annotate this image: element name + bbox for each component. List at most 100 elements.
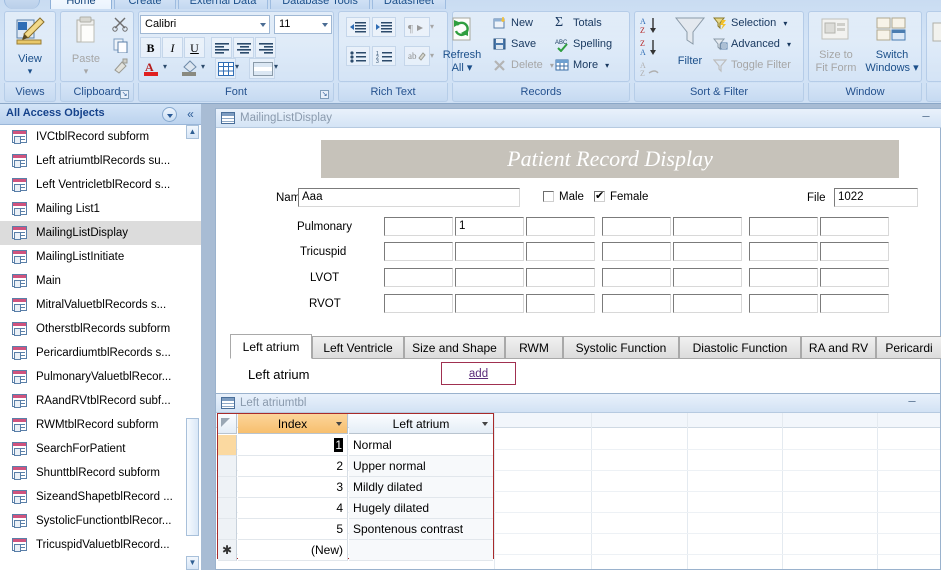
male-checkbox[interactable] [543, 191, 554, 202]
paste-dropdown-arrow[interactable]: ▾ [62, 66, 110, 77]
cell-pulmonary-4[interactable] [602, 217, 671, 236]
bullets-button[interactable] [346, 46, 370, 66]
form-window-titlebar[interactable]: MailingListDisplay – [216, 109, 941, 128]
tab-left-ventricle[interactable]: Left Ventricle [312, 336, 404, 359]
row-selector[interactable] [218, 477, 237, 498]
column-header-left-atrium[interactable]: Left atrium [349, 414, 493, 434]
new-record-button[interactable]: New [492, 15, 533, 32]
fill-color-dropdown-arrow[interactable]: ▾ [201, 62, 209, 74]
bold-button[interactable]: B [140, 37, 161, 58]
font-color-button[interactable]: A [140, 59, 164, 78]
tab-left-atrium[interactable]: Left atrium [230, 334, 312, 359]
chevron-down-icon[interactable] [162, 107, 177, 122]
nav-item-shunttblrecord-subform[interactable]: ShunttblRecord subform [0, 461, 201, 485]
cell-lvot-7[interactable] [820, 268, 889, 287]
view-dropdown-arrow[interactable]: ▾ [6, 66, 54, 77]
cell-tricuspid-3[interactable] [526, 242, 595, 261]
alternate-fill-dropdown-arrow[interactable]: ▾ [274, 62, 282, 74]
cell-rvot-3[interactable] [526, 294, 595, 313]
copy-button[interactable] [110, 36, 132, 55]
cell-pulmonary-3[interactable] [526, 217, 595, 236]
cell-left-atrium[interactable]: Hugely dilated [349, 498, 493, 519]
more-button[interactable]: More ▾ [554, 57, 609, 74]
ribbon-tab-create[interactable]: Create [114, 0, 176, 9]
minimize-icon[interactable]: – [918, 109, 934, 125]
nav-item-systolicfunctiontblrecord[interactable]: SystolicFunctiontblRecor... [0, 509, 201, 533]
nav-item-mailing-list1[interactable]: Mailing List1 [0, 197, 201, 221]
numbering-button[interactable]: 1 2 3 [372, 46, 396, 66]
nav-item-left-ventricletblrecord[interactable]: Left VentricletblRecord s... [0, 173, 201, 197]
font-name-combo[interactable]: Calibri [140, 15, 270, 34]
cell-rvot-2[interactable] [455, 294, 524, 313]
row-selector[interactable] [218, 456, 237, 477]
decrease-indent-button[interactable] [346, 17, 370, 37]
cell-tricuspid-4[interactable] [602, 242, 671, 261]
switch-windows-button[interactable]: Switch Windows ▾ [864, 14, 920, 76]
size-to-fit-form-button[interactable]: Size to Fit Form [810, 14, 862, 76]
chevron-down-icon[interactable] [482, 422, 488, 426]
cell-left-atrium[interactable]: Spontenous contrast [349, 519, 493, 540]
format-painter-button[interactable] [110, 57, 132, 76]
nav-item-rwmtblrecord-subform[interactable]: RWMtblRecord subform [0, 413, 201, 437]
gridlines-dropdown-arrow[interactable]: ▾ [235, 62, 243, 74]
nav-item-mailinglistinitiate[interactable]: MailingListInitiate [0, 245, 201, 269]
spelling-button[interactable]: ABC Spelling [554, 36, 612, 53]
row-selector[interactable] [218, 519, 237, 540]
tab-size-and-shape[interactable]: Size and Shape [404, 336, 505, 359]
totals-button[interactable]: Σ Totals [554, 15, 602, 32]
cell-rvot-7[interactable] [820, 294, 889, 313]
select-all-corner[interactable] [218, 414, 237, 434]
table-row[interactable]: 1 Normal [218, 435, 493, 456]
font-size-chevron-down-icon[interactable] [322, 23, 328, 27]
cell-left-atrium-new[interactable] [349, 540, 493, 561]
clipboard-dialog-launcher[interactable]: ↘ [120, 90, 129, 99]
ribbon-tab-external-data[interactable]: External Data [178, 0, 268, 9]
cell-left-atrium[interactable]: Normal [349, 435, 493, 456]
underline-button[interactable]: U [184, 37, 205, 58]
font-size-combo[interactable]: 11 [274, 15, 332, 34]
more-dropdown-arrow[interactable]: ▾ [605, 61, 609, 70]
cell-rvot-5[interactable] [673, 294, 742, 313]
add-button[interactable]: add [441, 362, 516, 385]
toggle-filter-button[interactable]: Toggle Filter [712, 57, 791, 74]
navigation-pane-scrollbar[interactable]: ▲ ▼ [186, 125, 199, 570]
advanced-button[interactable]: Advanced ▾ [712, 36, 791, 53]
selection-dropdown-arrow[interactable]: ▾ [783, 19, 787, 28]
font-color-dropdown-arrow[interactable]: ▾ [163, 62, 171, 74]
cell-left-atrium[interactable]: Upper normal [349, 456, 493, 477]
cell-rvot-4[interactable] [602, 294, 671, 313]
font-name-chevron-down-icon[interactable] [260, 23, 266, 27]
cell-lvot-6[interactable] [749, 268, 818, 287]
advanced-dropdown-arrow[interactable]: ▾ [787, 40, 791, 49]
cell-tricuspid-5[interactable] [673, 242, 742, 261]
cell-index[interactable]: 2 [238, 456, 348, 477]
office-button[interactable] [4, 0, 40, 9]
nav-item-ivctblrecord-subform[interactable]: IVCtblRecord subform [0, 125, 201, 149]
increase-indent-button[interactable] [372, 17, 396, 37]
left-to-right-button[interactable]: ¶ [404, 17, 430, 37]
cell-lvot-3[interactable] [526, 268, 595, 287]
scrollbar-thumb[interactable] [186, 418, 199, 536]
cell-pulmonary-5[interactable] [673, 217, 742, 236]
fill-color-button[interactable] [178, 59, 202, 78]
scroll-up-arrow-icon[interactable]: ▲ [186, 125, 199, 139]
cell-pulmonary-2[interactable]: 1 [455, 217, 524, 236]
nav-item-tricuspidvaluetblrecord[interactable]: TricuspidValuetblRecord... [0, 533, 201, 557]
column-header-index[interactable]: Index [238, 414, 348, 434]
name-input[interactable]: Aaa [298, 188, 520, 207]
new-record-row[interactable]: ✱ (New) [218, 540, 493, 561]
row-selector[interactable] [218, 498, 237, 519]
cell-lvot-1[interactable] [384, 268, 453, 287]
cell-pulmonary-6[interactable] [749, 217, 818, 236]
cell-lvot-4[interactable] [602, 268, 671, 287]
clear-sort-button[interactable]: A Z [638, 60, 664, 78]
nav-item-searchforpatient[interactable]: SearchForPatient [0, 437, 201, 461]
cell-index[interactable]: 5 [238, 519, 348, 540]
nav-item-sizeandshapetblrecord[interactable]: SizeandShapetblRecord ... [0, 485, 201, 509]
ribbon-tab-datasheet[interactable]: Datasheet [372, 0, 446, 9]
cell-lvot-2[interactable] [455, 268, 524, 287]
alternate-fill-button[interactable] [249, 58, 275, 79]
row-selector[interactable] [218, 435, 237, 456]
sort-descending-button[interactable]: Z A [638, 38, 664, 58]
cell-rvot-6[interactable] [749, 294, 818, 313]
